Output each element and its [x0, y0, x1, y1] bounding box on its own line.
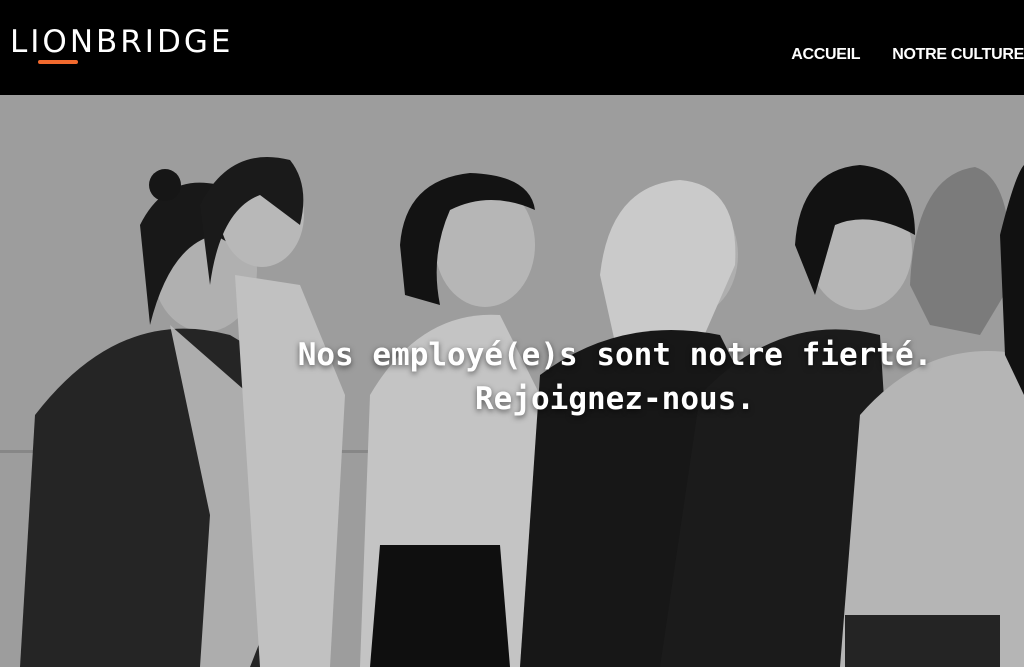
nav-item-accueil[interactable]: ACCUEIL — [791, 46, 860, 64]
lionbridge-logo[interactable]: LIONBRIDGE — [10, 24, 233, 60]
hero-headline-line1: Nos employé(e)s sont notre fierté. — [297, 337, 933, 373]
hero-headline: Nos employé(e)s sont notre fierté. Rejoi… — [0, 333, 1024, 421]
site-header: LIONBRIDGE ACCUEIL NOTRE CULTURE — [0, 0, 1024, 95]
nav-item-notre-culture[interactable]: NOTRE CULTURE — [892, 46, 1024, 64]
hero-banner: Nos employé(e)s sont notre fierté. Rejoi… — [0, 95, 1024, 667]
logo-accent-bar — [38, 60, 78, 64]
main-nav: ACCUEIL NOTRE CULTURE — [791, 46, 1024, 64]
hero-headline-line2: Rejoignez-nous. — [475, 381, 755, 417]
